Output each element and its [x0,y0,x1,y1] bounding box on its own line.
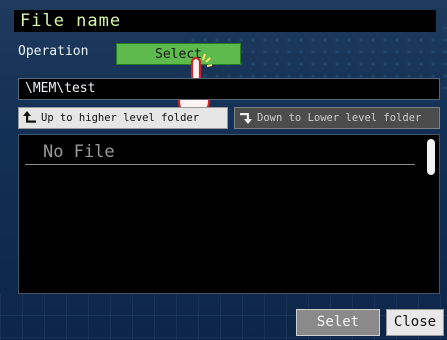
down-folder-button[interactable]: Down to Lower level folder [234,107,440,129]
file-dialog: File name Operation Select \MEM\test Up … [0,0,447,340]
footer-bar: Selet Close [0,300,447,340]
scroll-thumb[interactable] [427,139,435,175]
down-folder-label: Down to Lower level folder [257,112,422,124]
scrollbar[interactable] [426,137,436,291]
current-path-field: \MEM\test [18,78,440,100]
window-title: File name [20,11,122,31]
select-button[interactable]: Selet [296,309,380,336]
file-list[interactable]: No File [18,134,440,294]
close-button[interactable]: Close [386,309,444,336]
title-bar: File name [14,10,436,32]
arrow-up-corner-icon [23,111,37,125]
operation-label: Operation [18,44,89,59]
up-folder-button[interactable]: Up to higher level folder [18,107,228,129]
list-item[interactable]: No File [25,139,415,165]
arrow-down-corner-icon [239,111,253,125]
up-folder-label: Up to higher level folder [41,112,200,124]
